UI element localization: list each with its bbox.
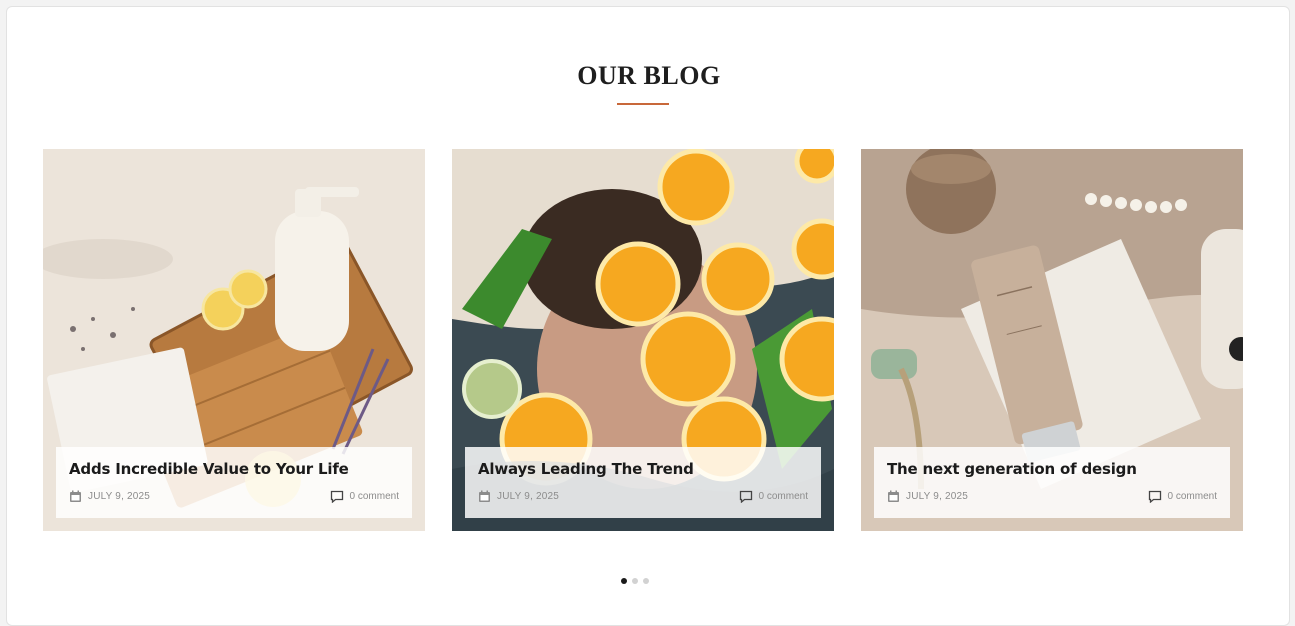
- calendar-icon: [69, 490, 82, 503]
- title-underline: [617, 103, 669, 105]
- post-meta: JULY 9, 2025 0 comment: [478, 488, 808, 504]
- card-info-panel: Adds Incredible Value to Your Life JULY …: [56, 447, 412, 518]
- carousel-dot-2[interactable]: [632, 578, 638, 584]
- comment-count-link[interactable]: 0 comment: [1168, 491, 1217, 502]
- comment-icon: [739, 490, 753, 503]
- post-date: JULY 9, 2025: [88, 490, 151, 502]
- comment-icon: [1148, 490, 1162, 503]
- post-date: JULY 9, 2025: [906, 490, 969, 502]
- section-title: OUR BLOG: [577, 61, 721, 90]
- blog-section: OUR BLOG Adds Incredible Value to Your L…: [6, 6, 1290, 626]
- card-info-panel: Always Leading The Trend JULY 9, 2025 0 …: [465, 447, 821, 518]
- post-meta: JULY 9, 2025 0 comment: [69, 488, 399, 504]
- post-title-link[interactable]: Adds Incredible Value to Your Life: [69, 460, 399, 478]
- comment-count-link[interactable]: 0 comment: [350, 491, 399, 502]
- carousel-pagination: [621, 578, 649, 584]
- post-title-link[interactable]: The next generation of design: [887, 460, 1217, 478]
- calendar-icon: [478, 490, 491, 503]
- comment-icon: [330, 490, 344, 503]
- comment-count-link[interactable]: 0 comment: [759, 491, 808, 502]
- post-date: JULY 9, 2025: [497, 490, 560, 502]
- post-meta: JULY 9, 2025 0 comment: [887, 488, 1217, 504]
- carousel-dot-3[interactable]: [643, 578, 649, 584]
- carousel-dot-1[interactable]: [621, 578, 627, 584]
- blog-card-2[interactable]: Always Leading The Trend JULY 9, 2025 0 …: [452, 149, 834, 531]
- calendar-icon: [887, 490, 900, 503]
- post-title-link[interactable]: Always Leading The Trend: [478, 460, 808, 478]
- blog-card-1[interactable]: Adds Incredible Value to Your Life JULY …: [43, 149, 425, 531]
- card-info-panel: The next generation of design JULY 9, 20…: [874, 447, 1230, 518]
- blog-card-3[interactable]: The next generation of design JULY 9, 20…: [861, 149, 1243, 531]
